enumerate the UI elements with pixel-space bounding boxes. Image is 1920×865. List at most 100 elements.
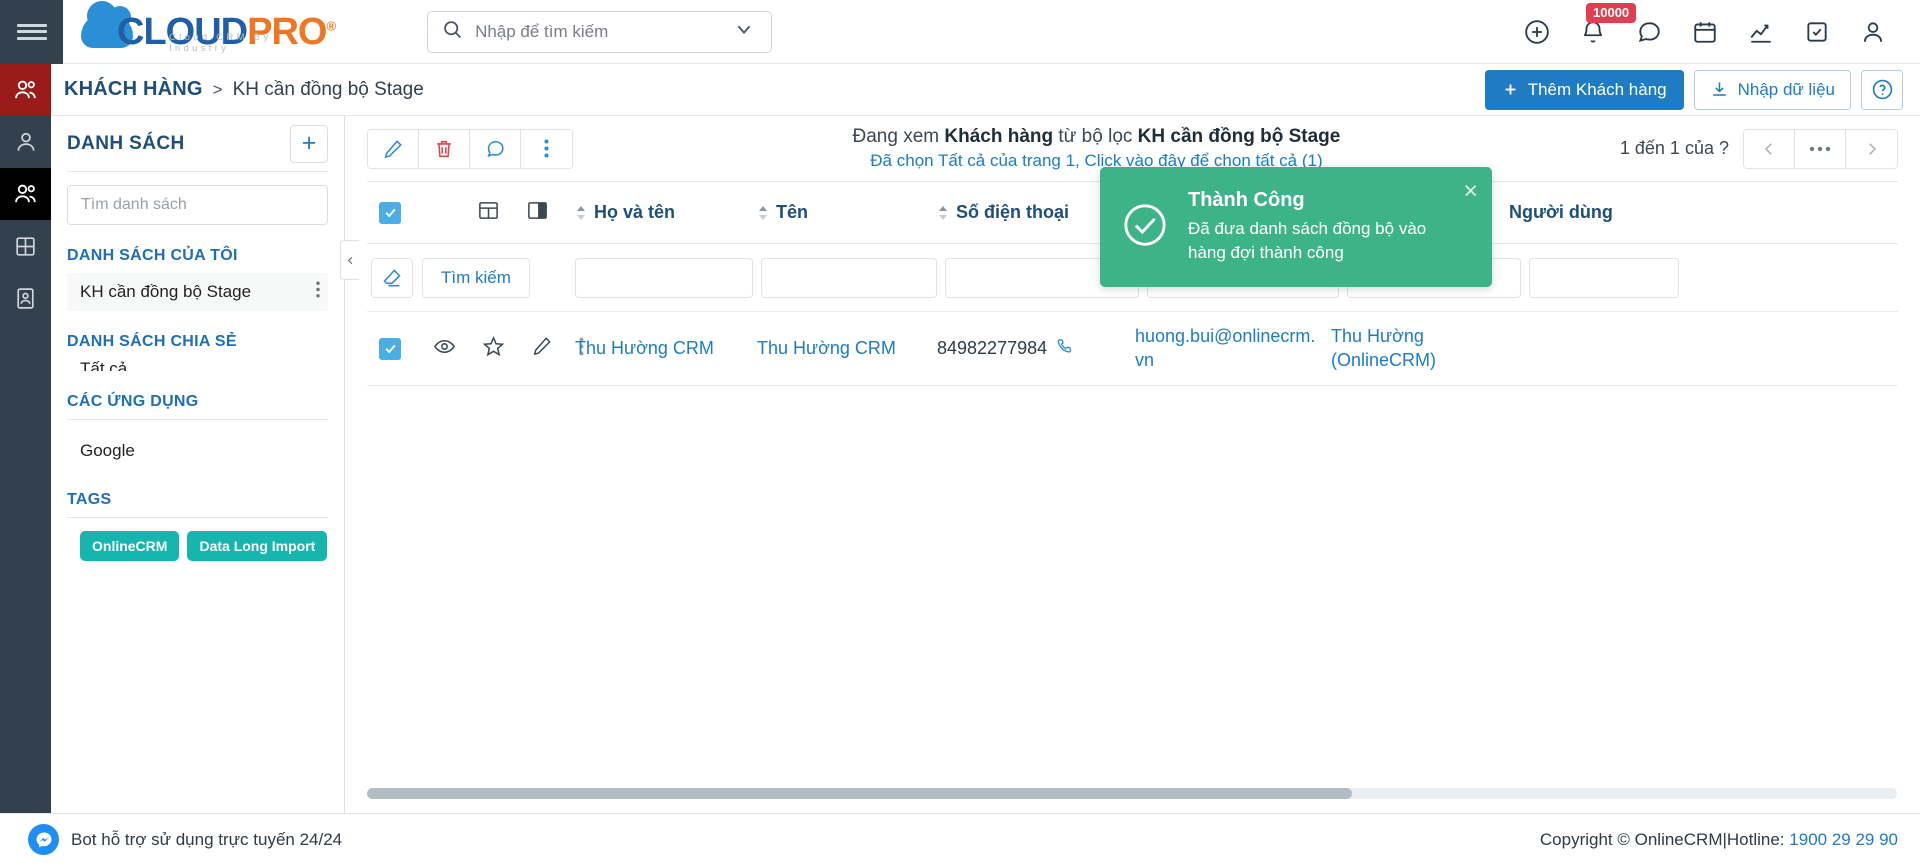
- chevron-right-icon: [1868, 142, 1876, 155]
- hamburger-icon[interactable]: [0, 0, 63, 64]
- help-circle-icon: [1872, 79, 1892, 100]
- ellipsis-icon: [1809, 146, 1831, 151]
- rail-item-organizations[interactable]: [0, 220, 51, 272]
- filter-input-name[interactable]: [575, 257, 753, 298]
- import-data-label: Nhập dữ liệu: [1737, 79, 1835, 99]
- phone-icon[interactable]: [1055, 337, 1074, 361]
- column-header-first[interactable]: Tên: [757, 202, 937, 223]
- check-circle-icon: [1122, 202, 1168, 253]
- breadcrumb-actions: Thêm Khách hàng Nhập dữ liệu: [1484, 69, 1920, 110]
- column-header-user-label: Người dùng: [1509, 202, 1613, 222]
- footer-hotline-number[interactable]: 1900 29 29 90: [1789, 830, 1898, 849]
- list-panel-header: DANH SÁCH +: [67, 116, 328, 171]
- delete-icon[interactable]: [419, 129, 470, 168]
- add-list-button[interactable]: +: [290, 124, 328, 163]
- list-item-kh-can-dong-bo-stage[interactable]: KH cần đồng bộ Stage: [67, 273, 328, 311]
- horizontal-scrollbar[interactable]: [367, 788, 1897, 799]
- sort-icon: [939, 205, 947, 220]
- view-prefix: Đang xem: [852, 126, 945, 147]
- prev-page-button[interactable]: [1744, 129, 1795, 168]
- tasks-icon[interactable]: [1804, 19, 1830, 45]
- help-button[interactable]: [1861, 69, 1903, 110]
- column-header-name[interactable]: Họ và tên: [575, 202, 757, 223]
- rail-item-documents[interactable]: [0, 272, 51, 324]
- more-vertical-icon[interactable]: [521, 129, 572, 168]
- select-all-checkbox-cell: [367, 201, 407, 224]
- column-header-name-label: Họ và tên: [594, 202, 676, 222]
- eye-icon[interactable]: [433, 335, 456, 363]
- more-vertical-icon[interactable]: [316, 281, 320, 303]
- pencil-icon[interactable]: [531, 335, 553, 362]
- record-action-group: [367, 128, 573, 169]
- rail-item-contacts[interactable]: [0, 116, 51, 168]
- sort-icon: [759, 205, 767, 220]
- plus-circle-icon[interactable]: [1524, 19, 1550, 45]
- breadcrumb-current: KH cần đồng bộ Stage: [232, 78, 424, 100]
- section-my-lists: DANH SÁCH CỦA TÔI: [67, 247, 238, 264]
- table-row[interactable]: Thu Hường CRM Thu Hường CRM 84982277984 …: [367, 312, 1898, 386]
- calendar-icon[interactable]: [1692, 19, 1718, 45]
- analytics-icon[interactable]: [1748, 19, 1774, 45]
- global-search[interactable]: [427, 10, 773, 53]
- column-header-user[interactable]: Người dùng: [1509, 202, 1659, 223]
- filter-input-user[interactable]: [1529, 257, 1679, 298]
- rail-item-customers-group[interactable]: [0, 64, 51, 116]
- view-info-line1: Đang xem Khách hàng từ bộ lọc KH cần đồn…: [573, 126, 1620, 148]
- footer-hotline-label: Hotline:: [1726, 829, 1790, 849]
- scrollbar-thumb[interactable]: [367, 788, 1352, 799]
- section-shared-lists: DANH SÁCH CHIA SẺ: [67, 333, 237, 350]
- messenger-icon[interactable]: [28, 824, 59, 855]
- section-tags: TAGS: [67, 491, 112, 508]
- panel-divider: [67, 171, 328, 172]
- tag-data-long-import[interactable]: Data Long Import: [187, 531, 328, 561]
- notification-badge: 10000: [1586, 2, 1637, 23]
- add-customer-button[interactable]: Thêm Khách hàng: [1484, 69, 1684, 110]
- tags-divider: [67, 517, 328, 518]
- cloudpro-logo[interactable]: CLOUDPRO® Cloud CRM By Industry: [81, 0, 336, 54]
- clear-filter-button[interactable]: [371, 257, 413, 298]
- check-icon: [384, 344, 396, 354]
- pagination-count-text: 1 đến 1 của: [1619, 138, 1714, 158]
- breadcrumb-bar: KHÁCH HÀNG > KH cần đồng bộ Stage Thêm K…: [51, 64, 1920, 116]
- footer-support-text: Bot hỗ trợ sử dụng trực tuyến 24/24: [71, 829, 343, 849]
- list-search-input[interactable]: [67, 185, 328, 225]
- breadcrumb-separator: >: [212, 79, 223, 99]
- footer-copyright: Copyright © OnlineCRM|Hotline: 1900 29 2…: [1540, 830, 1898, 850]
- bell-icon[interactable]: 10000: [1580, 2, 1637, 45]
- search-filter-button[interactable]: Tìm kiếm: [422, 257, 530, 298]
- close-icon[interactable]: ×: [1463, 179, 1478, 204]
- star-icon[interactable]: [482, 335, 505, 363]
- app-item-google[interactable]: Google: [67, 433, 328, 469]
- shared-list-item-partial[interactable]: Tất cả: [67, 359, 328, 371]
- collapse-panel-handle[interactable]: [340, 240, 359, 280]
- comment-icon[interactable]: [470, 129, 521, 168]
- search-input[interactable]: [475, 21, 734, 42]
- chevron-down-icon[interactable]: [733, 18, 755, 45]
- column-header-first-label: Tên: [776, 202, 809, 222]
- chat-icon[interactable]: [1636, 19, 1662, 45]
- section-applications: CÁC ỨNG DỤNG: [67, 393, 199, 410]
- more-pages-button[interactable]: [1795, 129, 1846, 168]
- split-view-icon[interactable]: [526, 199, 549, 227]
- cell-email[interactable]: huong.bui@onlinecrm.vn: [1135, 325, 1331, 372]
- tag-onlinecrm[interactable]: OnlineCRM: [80, 531, 180, 561]
- add-customer-label: Thêm Khách hàng: [1527, 79, 1667, 99]
- rail-item-customer-list[interactable]: [0, 168, 51, 220]
- row-checkbox[interactable]: [379, 337, 401, 360]
- import-data-button[interactable]: Nhập dữ liệu: [1693, 69, 1851, 110]
- user-account-icon[interactable]: [1860, 19, 1886, 45]
- left-icon-rail: [0, 64, 51, 865]
- plus-icon: [1505, 84, 1516, 95]
- logo-tagline: Cloud CRM By Industry: [169, 31, 272, 54]
- filter-input-first[interactable]: [761, 257, 937, 298]
- breadcrumb-root[interactable]: KHÁCH HÀNG: [64, 78, 203, 101]
- grid-view-icon[interactable]: [477, 199, 500, 227]
- edit-icon[interactable]: [368, 129, 419, 168]
- cell-first-name[interactable]: Thu Hường CRM: [757, 338, 937, 359]
- next-page-button[interactable]: [1846, 129, 1897, 168]
- cell-name[interactable]: Thu Hường CRM: [575, 338, 757, 359]
- apps-divider: [67, 419, 328, 420]
- cell-owner[interactable]: Thu Hường (OnlineCRM): [1331, 325, 1509, 372]
- select-all-checkbox[interactable]: [379, 201, 401, 224]
- list-item-label: KH cần đồng bộ Stage: [80, 282, 252, 301]
